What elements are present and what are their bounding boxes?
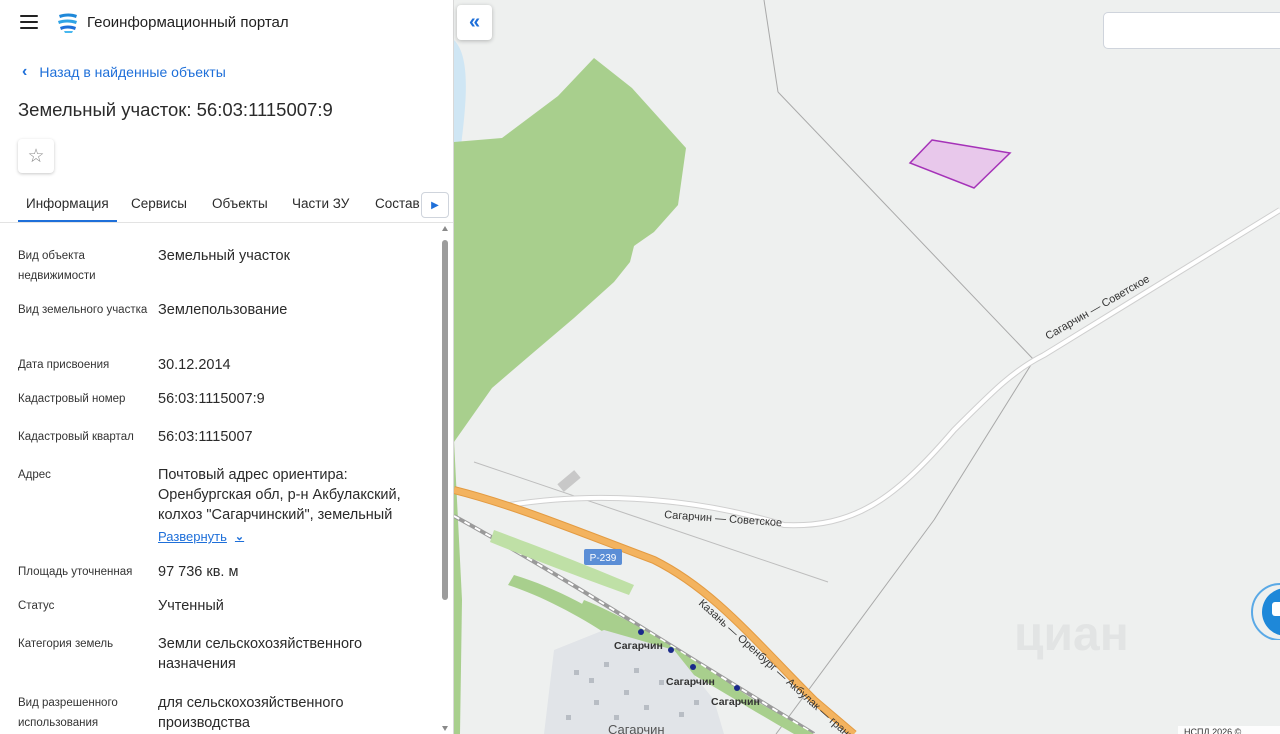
field-label: Вид объекта недвижимости [18,250,96,282]
tabs-scroll-right-button[interactable]: ▶ [421,192,449,218]
portal-title: Геоинформационный портал [87,14,289,31]
road-label: Сагарчин — Советское [1044,273,1152,342]
station-point [638,629,644,635]
village-label: Сагарчин [608,722,665,734]
expand-address-link[interactable]: Развернуть ⌄ [158,527,244,547]
watermark: циан [1014,608,1129,661]
forest-area [454,58,686,442]
map-svg[interactable]: Сагарчин — Советское Сагарчин — Советско… [454,0,1280,734]
field-label: Дата присвоения [18,359,110,371]
info-panel: Геоинформационный портал ‹ Назад в найде… [0,0,454,734]
map-search-input[interactable] [1103,12,1280,49]
highway-badge-label: Р-239 [590,553,617,564]
chevron-left-icon: ‹ [22,63,28,80]
panel-scrollbar[interactable] [441,226,449,734]
tab-information[interactable]: Информация [18,184,117,222]
triangle-right-icon: ▶ [431,199,439,211]
field-label: Кадастровый квартал [18,431,134,443]
field-value: Почтовый адрес ориентира: Оренбургская о… [158,465,433,547]
field-label: Кадастровый номер [18,393,126,405]
star-outline-icon: ☆ [27,145,45,167]
field-label: Адрес [18,469,51,481]
collapse-panel-button[interactable]: « [457,5,492,40]
expand-label: Развернуть [158,529,227,544]
building [557,470,581,492]
double-chevron-left-icon: « [468,11,481,33]
tab-services[interactable]: Сервисы [131,184,187,222]
tab-objects[interactable]: Объекты [212,184,268,222]
scroll-up-arrow-icon[interactable] [442,226,448,231]
favorite-button[interactable]: ☆ [18,139,54,173]
map-canvas[interactable]: Сагарчин — Советское Сагарчин — Советско… [454,0,1280,734]
forest-strip [454,440,462,734]
field-boundary-line [777,91,1035,361]
field-value: 97 736 кв. м [158,564,239,580]
station-label: Сагарчин [614,640,663,652]
station-point [668,647,674,653]
field-label: Площадь уточненная [18,566,133,578]
station-point [690,664,696,670]
tab-composition[interactable]: Состав [375,184,420,222]
tab-parts[interactable]: Части ЗУ [292,184,349,222]
field-value: Земли сельскохозяйственного назначения [158,636,363,672]
land-parcel-polygon[interactable] [908,139,1012,189]
field-label: Статус [18,600,55,612]
field-boundary-line [775,519,935,734]
scroll-down-arrow-icon[interactable] [442,726,448,731]
station-label: Сагарчин [666,676,715,688]
info-fields-list: Вид объекта недвижимости Земельный участ… [0,224,440,734]
address-text: Почтовый адрес ориентира: Оренбургская о… [158,467,401,523]
back-to-results-link[interactable]: ‹ Назад в найденные объекты [22,63,226,81]
field-value: 30.12.2014 [158,357,231,373]
tabs-divider [0,222,453,223]
portal-logo-icon [58,13,77,33]
field-value: 56:03:1115007 [158,429,253,445]
chat-widget-icon[interactable] [1246,580,1280,640]
field-value: Учтенный [158,598,224,614]
field-value: 56:03:1115007:9 [158,391,265,407]
chevron-down-icon: ⌄ [234,531,245,543]
scrollbar-thumb[interactable] [442,240,448,600]
field-value: Землепользование [158,302,288,318]
hamburger-menu-icon[interactable] [20,15,38,29]
map-copyright: НСПД 2026 © [1178,726,1280,734]
panel-header: Геоинформационный портал [0,0,453,46]
field-value: для сельскохозяйственного производства [158,695,344,731]
object-title: Земельный участок: 56:03:1115007:9 [18,99,333,120]
station-point [734,685,740,691]
field-boundary-line [763,0,779,93]
field-label: Вид земельного участка [18,304,148,316]
station-label: Сагарчин [711,696,760,708]
tabs-bar: Информация Сервисы Объекты Части ЗУ Сост… [18,184,448,222]
back-link-label: Назад в найденные объекты [39,64,226,80]
field-value: Земельный участок [158,248,290,264]
field-label: Категория земель [18,638,114,650]
field-label: Вид разрешенного использования [18,697,118,729]
